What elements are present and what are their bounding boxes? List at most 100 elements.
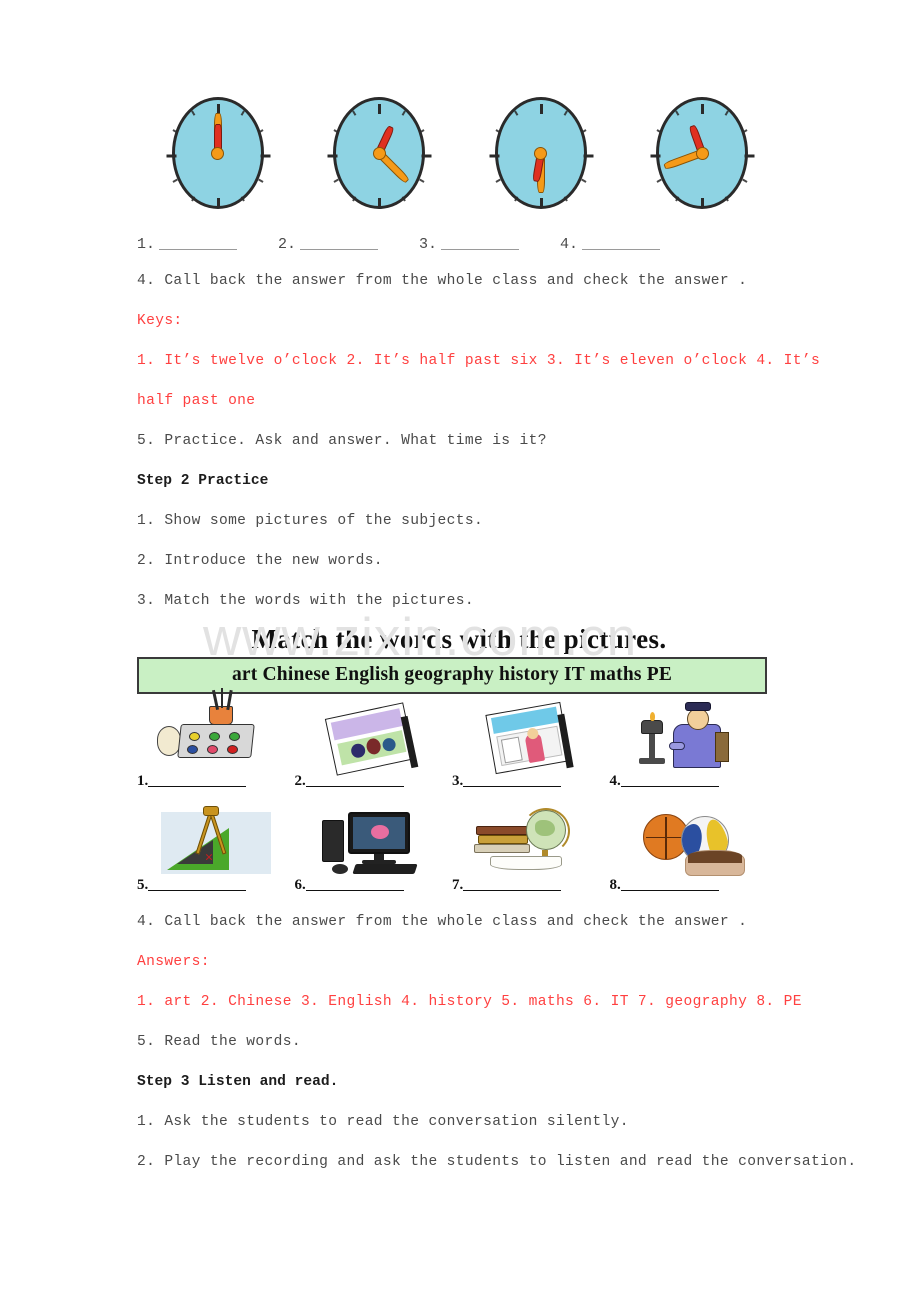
blank-item-4: 4. bbox=[560, 236, 701, 253]
blank-number: 4. bbox=[560, 236, 579, 253]
clock-tick bbox=[378, 104, 381, 114]
instruction-read-5: 5. Read the words. bbox=[137, 1034, 301, 1051]
blank-item-2: 2. bbox=[278, 236, 419, 253]
clock-tick bbox=[724, 110, 729, 116]
blank-number: 1. bbox=[137, 236, 156, 253]
clock-tick bbox=[352, 196, 357, 202]
step2-item-2: 2. Introduce the new words. bbox=[137, 553, 383, 569]
instruction-callback-2: 4. Call back the answer from the whole c… bbox=[137, 914, 748, 931]
answer-blank-line[interactable] bbox=[159, 236, 238, 250]
clock-tick bbox=[742, 129, 748, 134]
clock-tick bbox=[401, 110, 406, 116]
clock-tick bbox=[742, 178, 748, 183]
clock-cell-1 bbox=[137, 97, 299, 227]
answers-label: Answers: bbox=[137, 954, 210, 971]
picture-answer-line[interactable] bbox=[620, 775, 719, 788]
clock-tick bbox=[240, 196, 245, 202]
clock-tick bbox=[401, 196, 406, 202]
clock-tick bbox=[419, 129, 425, 134]
picture-answer-line[interactable] bbox=[305, 879, 404, 892]
document-content: 1. 2. 3. 4. 4. Call back the answer from… bbox=[137, 0, 857, 1182]
historical-scholar-icon bbox=[610, 700, 768, 772]
clock-tick bbox=[656, 129, 662, 134]
instruction-practice-5: 5. Practice. Ask and answer. What time i… bbox=[137, 433, 547, 449]
answer-blank-line[interactable] bbox=[441, 236, 520, 250]
picture-item-2: 2. bbox=[295, 700, 453, 790]
clock-tick bbox=[257, 178, 264, 183]
clock-tick bbox=[580, 129, 587, 134]
picture-blank-2: 2. bbox=[295, 773, 453, 790]
clock-tick bbox=[650, 154, 661, 158]
picture-number: 6. bbox=[294, 877, 306, 894]
picture-blank-8: 8. bbox=[610, 877, 768, 894]
clock-tick bbox=[563, 110, 568, 116]
match-words-figure: Match the words with the pictures. art C… bbox=[137, 624, 768, 895]
clock-tick bbox=[240, 110, 245, 116]
answer-blank-line[interactable] bbox=[300, 236, 379, 250]
answer-blank-line[interactable] bbox=[582, 236, 661, 250]
clock-tick bbox=[494, 129, 501, 134]
blank-item-1: 1. bbox=[137, 236, 278, 253]
picture-blank-4: 4. bbox=[610, 773, 768, 790]
picture-blank-6: 6. bbox=[295, 877, 453, 894]
clock-tick bbox=[580, 178, 587, 183]
clock-tick bbox=[419, 178, 425, 183]
clock-center-pin bbox=[211, 146, 225, 160]
clock-exercise-row bbox=[137, 97, 783, 227]
clock-face-3 bbox=[489, 97, 593, 209]
picture-answer-line[interactable] bbox=[463, 775, 562, 788]
sports-balls-icon bbox=[610, 804, 768, 877]
picture-item-8: 8. bbox=[610, 804, 768, 894]
picture-number: 2. bbox=[294, 773, 306, 790]
clock-tick bbox=[352, 110, 357, 116]
picture-answer-line[interactable] bbox=[463, 879, 562, 892]
clock-tick bbox=[701, 198, 704, 208]
picture-item-4: 4. bbox=[610, 700, 768, 790]
clock-tick bbox=[513, 110, 518, 116]
picture-number: 5. bbox=[137, 877, 149, 894]
picture-item-7: 7. bbox=[452, 804, 610, 894]
step2-heading: Step 2 Practice bbox=[137, 473, 269, 489]
globe-books-icon bbox=[452, 804, 610, 876]
clock-tick bbox=[675, 110, 680, 116]
picture-blank-7: 7. bbox=[452, 877, 610, 894]
picture-blank-3: 3. bbox=[452, 773, 610, 790]
compass-triangle-icon: × bbox=[137, 804, 295, 876]
picture-blank-5: 5. bbox=[137, 877, 295, 894]
clock-tick bbox=[260, 154, 270, 158]
clock-cell-2 bbox=[299, 97, 461, 227]
clock-tick bbox=[494, 178, 501, 183]
clock-face-4 bbox=[650, 97, 755, 209]
step2-item-3: 3. Match the words with the pictures. bbox=[137, 593, 474, 609]
picture-number: 4. bbox=[609, 773, 621, 790]
picture-number: 7. bbox=[452, 877, 464, 894]
clock-face-2 bbox=[327, 97, 432, 209]
picture-item-5: × 5. bbox=[137, 804, 295, 894]
picture-blank-1: 1. bbox=[137, 773, 295, 790]
picture-answer-line[interactable] bbox=[620, 879, 719, 892]
clock-face-1 bbox=[166, 97, 270, 209]
clock-center-pin bbox=[695, 146, 709, 160]
clock-tick bbox=[724, 196, 729, 202]
clock-tick bbox=[257, 129, 264, 134]
picture-answer-line[interactable] bbox=[305, 775, 404, 788]
clock-tick bbox=[656, 178, 662, 183]
clock-tick bbox=[327, 154, 338, 158]
blank-item-3: 3. bbox=[419, 236, 560, 253]
picture-item-1: 1. bbox=[137, 688, 295, 790]
clock-tick bbox=[171, 129, 178, 134]
english-textbook-icon bbox=[452, 700, 610, 775]
picture-answer-line[interactable] bbox=[148, 775, 247, 788]
match-figure-title: Match the words with the pictures. bbox=[251, 624, 667, 654]
picture-item-3: 3. bbox=[452, 700, 610, 790]
step3-item-2: 2. Play the recording and ask the studen… bbox=[137, 1154, 857, 1171]
clock-tick bbox=[539, 104, 543, 114]
clock-tick bbox=[333, 178, 339, 183]
instruction-callback-1: 4. Call back the answer from the whole c… bbox=[137, 273, 748, 289]
picture-number: 3. bbox=[452, 773, 464, 790]
picture-number: 1. bbox=[137, 773, 149, 790]
clock-cell-4 bbox=[622, 97, 784, 227]
word-bank-text: art Chinese English geography history IT… bbox=[231, 664, 673, 686]
clock-tick bbox=[489, 154, 499, 158]
picture-answer-line[interactable] bbox=[148, 879, 247, 892]
